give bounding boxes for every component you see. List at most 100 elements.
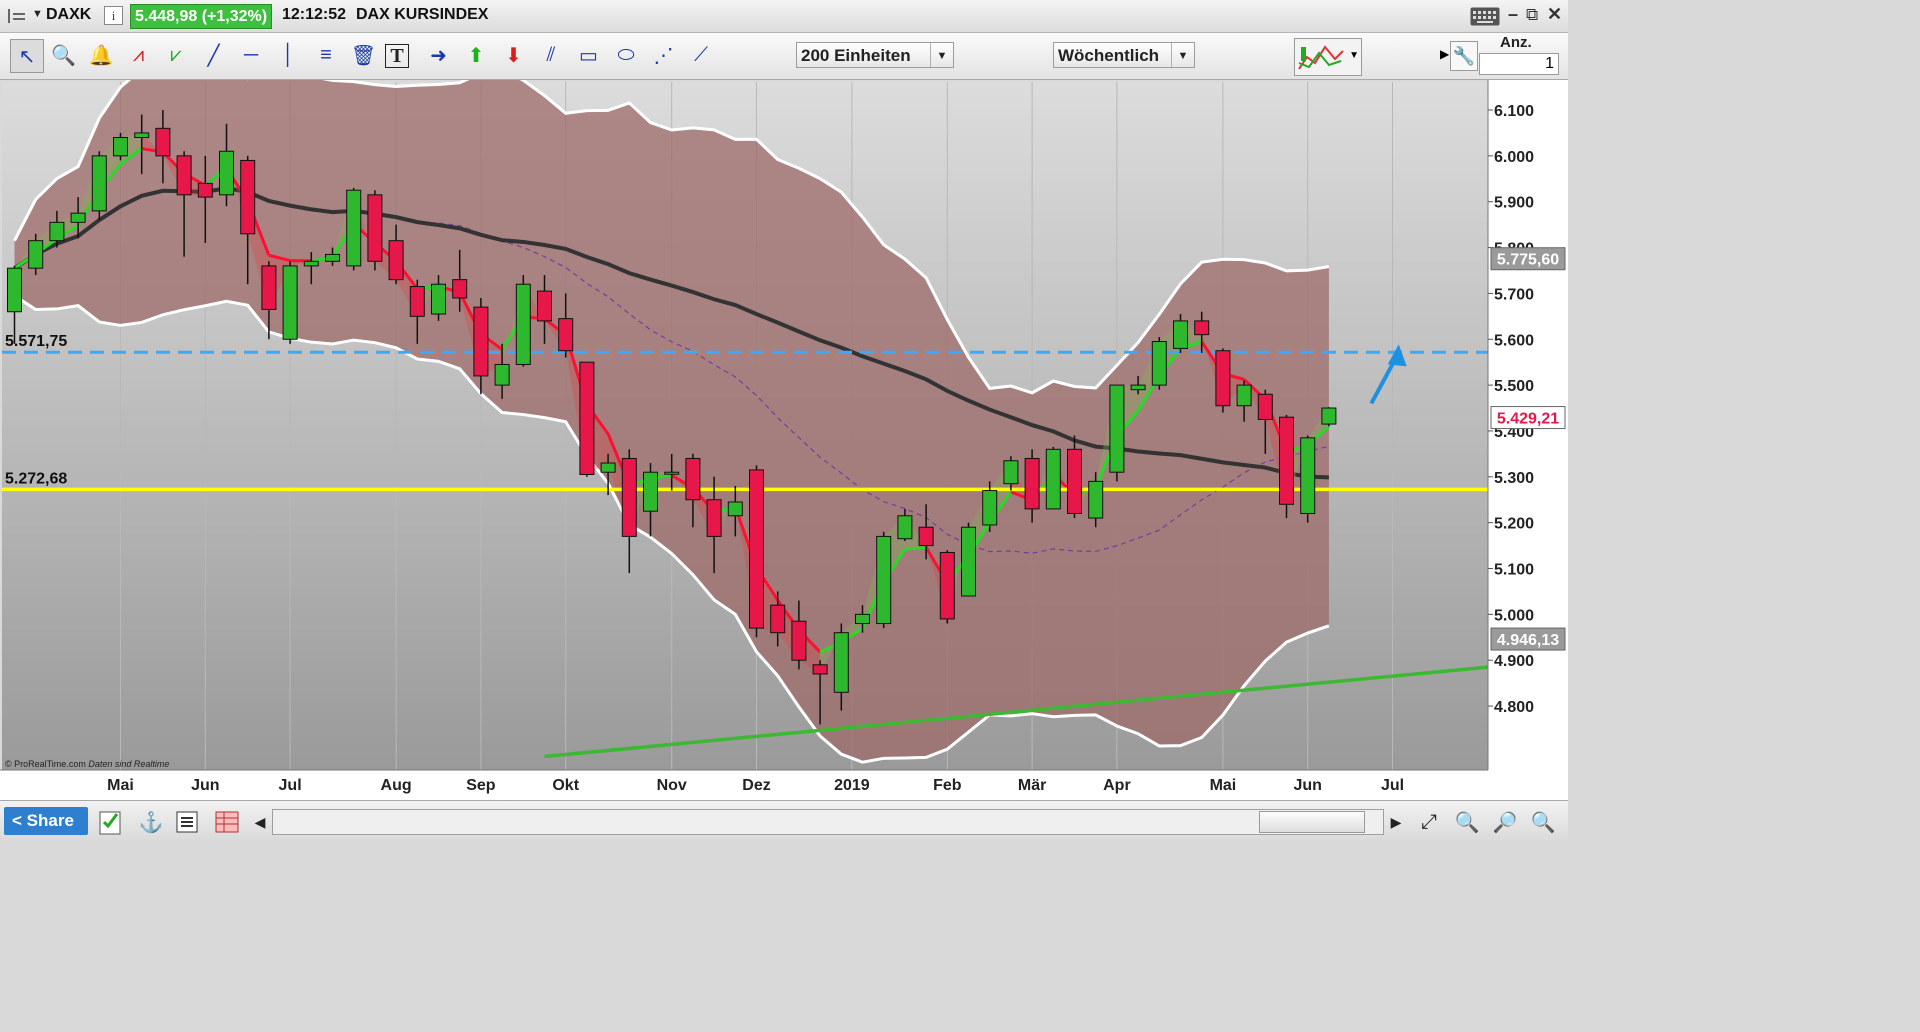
candle-body	[706, 499, 722, 537]
scroll-right-icon[interactable]: ▶	[1384, 807, 1408, 837]
zigzag-icon[interactable]: ⩘	[123, 39, 155, 71]
period-select-value: Wöchentlich	[1058, 46, 1160, 65]
candle-body	[176, 155, 192, 196]
wrench-icon[interactable]: 🔧	[1450, 41, 1478, 71]
restore-icon[interactable]: ⧉	[1526, 5, 1538, 25]
candle-body	[388, 240, 404, 281]
candle-body	[409, 286, 425, 317]
window-menu-icon[interactable]	[8, 9, 30, 23]
x-tick-label: Jun	[1293, 777, 1321, 794]
scroll-left-icon[interactable]: ◀	[248, 807, 272, 837]
zoom-icon[interactable]: 🔍	[48, 39, 80, 71]
candle-body	[473, 306, 489, 377]
candle-body	[855, 613, 870, 625]
chevron-down-icon: ▼	[930, 43, 953, 67]
candle-body	[791, 620, 807, 661]
candle-body	[261, 265, 277, 310]
y-tick-label: 4.800	[1494, 699, 1534, 716]
keyboard-icon[interactable]	[1470, 7, 1500, 26]
delete-icon[interactable]: 🗑	[348, 39, 380, 71]
count-input[interactable]: 1	[1479, 53, 1559, 75]
fibonacci-icon[interactable]: ≡	[310, 39, 342, 71]
share-button[interactable]: < Share	[4, 807, 88, 835]
candle-body	[939, 551, 955, 620]
anchor-icon[interactable]: ⚓	[136, 807, 166, 837]
candle-body	[113, 137, 128, 157]
candle-body	[685, 457, 701, 501]
candle-body	[515, 283, 531, 365]
candle-body	[537, 290, 552, 322]
price-change-badge: 5.448,98 (+1,32%)	[130, 4, 273, 29]
channel-icon[interactable]: ⫽	[535, 39, 567, 71]
chart-area[interactable]: 5.571,75 5.272,68 Mai Jun Jul Aug Sep Okt Nov De…	[0, 65, 1568, 800]
list-icon[interactable]	[172, 807, 202, 837]
candle-body	[49, 221, 65, 242]
candle-body	[1109, 384, 1125, 473]
arrow-down-icon[interactable]: ⬇	[498, 39, 530, 71]
expand-icon[interactable]: ▶	[1440, 47, 1449, 61]
line-icon[interactable]: ╱	[198, 39, 230, 71]
period-select[interactable]: Wöchentlich ▼	[1053, 42, 1195, 68]
zoom-in-icon[interactable]: 🔍	[1528, 807, 1558, 837]
instrument-name: DAX KURSINDEX	[356, 6, 489, 23]
auto-scale-icon[interactable]: ⤢	[1414, 807, 1444, 837]
title-bar: ▼ DAXK i 5.448,98 (+1,32%) 12:12:52 DAX …	[0, 0, 1568, 33]
x-tick-label: Aug	[381, 777, 412, 794]
candle-body	[1067, 448, 1082, 514]
price-tag-label: 4.946,13	[1497, 632, 1559, 649]
candle-body	[1321, 407, 1337, 425]
candle-body	[303, 260, 319, 267]
cursor-icon[interactable]: ↖	[10, 39, 44, 73]
quote-time: 12:12:52	[282, 6, 347, 23]
x-tick-label: Dez	[742, 777, 770, 794]
text-icon[interactable]: T	[385, 44, 409, 68]
candle-body	[325, 253, 340, 262]
candle-body	[600, 462, 616, 473]
count-value: 1	[1545, 55, 1554, 72]
candle-body	[1088, 480, 1104, 519]
candle-body	[643, 471, 658, 512]
candle-body	[1173, 320, 1188, 349]
table-icon[interactable]	[212, 807, 242, 837]
fan-icon[interactable]: ⋰	[648, 39, 680, 71]
indicator-chart-icon[interactable]: ▼	[1294, 38, 1362, 76]
candle-body	[982, 490, 998, 526]
horizontal-line-icon[interactable]: ─	[235, 39, 267, 71]
support-label: 5.272,68	[5, 470, 67, 487]
zoom-out-icon[interactable]: 🔎	[1490, 807, 1520, 837]
candle-body	[897, 515, 913, 540]
trend-lines-icon[interactable]: ⩗	[160, 39, 192, 71]
y-tick-label: 5.700	[1494, 286, 1534, 303]
close-icon[interactable]: ✕	[1547, 4, 1562, 25]
candle-body	[1024, 457, 1040, 510]
y-tick-label: 5.500	[1494, 378, 1534, 395]
vertical-line-icon[interactable]: │	[273, 39, 305, 71]
scrollbar-thumb[interactable]	[1259, 811, 1365, 833]
price-tag-label: 5.775,60	[1497, 252, 1559, 269]
zoom-fit-icon[interactable]: 🔍	[1452, 807, 1482, 837]
x-tick-label: Jun	[191, 777, 219, 794]
symbol-dropdown-icon[interactable]: ▼	[32, 8, 43, 20]
x-tick-label: Sep	[466, 777, 496, 794]
alert-bell-icon[interactable]: 🔔	[85, 39, 117, 71]
arrow-right-icon[interactable]: ➜	[423, 39, 455, 71]
price-chart[interactable]: 5.571,755.272,68 Mai Jun Jul Aug Sep Okt Nov De…	[0, 65, 1568, 800]
candle-body	[727, 501, 743, 517]
candle-body	[7, 267, 22, 313]
minimize-icon[interactable]: –	[1508, 4, 1518, 25]
arrow-up-icon[interactable]: ⬆	[460, 39, 492, 71]
rectangle-icon[interactable]: ▭	[573, 39, 605, 71]
units-select-value: 200 Einheiten	[801, 46, 911, 65]
units-select[interactable]: 200 Einheiten ▼	[796, 42, 954, 68]
candle-body	[1151, 341, 1167, 386]
y-tick-label: 4.900	[1494, 653, 1534, 670]
info-icon[interactable]: i	[104, 6, 123, 25]
horizontal-scrollbar[interactable]	[272, 809, 1384, 835]
x-tick-label: Mär	[1018, 777, 1046, 794]
ellipse-icon[interactable]: ⬭	[610, 39, 642, 71]
candle-body	[770, 604, 786, 634]
candle-body	[240, 159, 256, 235]
checklist-icon[interactable]	[96, 807, 126, 837]
symbol-label[interactable]: DAXK	[46, 6, 91, 24]
segment-icon[interactable]: ⟋	[685, 39, 717, 71]
